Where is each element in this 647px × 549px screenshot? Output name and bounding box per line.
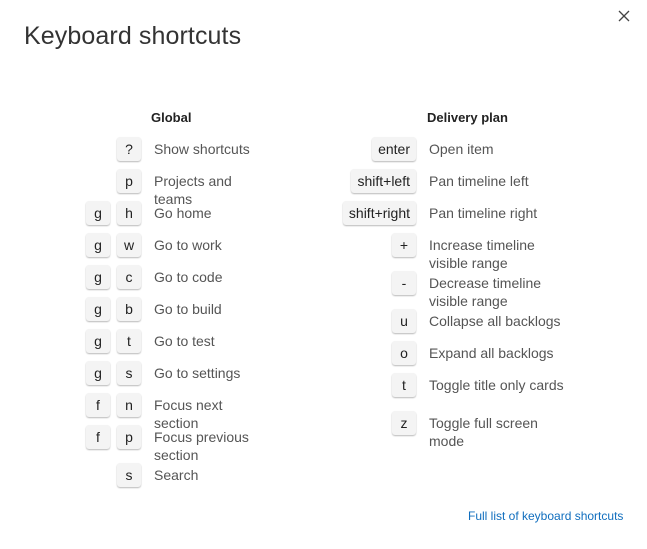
shortcut-description: Decrease timeline visible range [429, 275, 542, 309]
shortcut-description: Expand all backlogs [429, 345, 554, 361]
shortcut-keys: s [0, 463, 141, 487]
dialog-title: Keyboard shortcuts [24, 22, 242, 50]
shortcut-description: Pan timeline left [429, 173, 529, 189]
key-cap: t [392, 373, 416, 397]
shortcut-keys: shift+right [0, 201, 416, 225]
key-cap: u [392, 309, 416, 333]
shortcut-keys: z [0, 411, 416, 435]
key-cap: shift+right [342, 201, 416, 225]
shortcut-description: Toggle full screen mode [429, 415, 538, 449]
shortcut-keys: enter [0, 137, 416, 161]
key-cap: o [392, 341, 416, 365]
global-heading: Global [151, 110, 192, 125]
shortcut-description: Collapse all backlogs [429, 313, 561, 329]
close-button[interactable] [612, 4, 636, 28]
keyboard-shortcuts-dialog: Keyboard shortcuts Global Delivery plan … [0, 0, 647, 549]
shortcut-description: Open item [429, 141, 494, 157]
shortcut-keys: - [0, 271, 416, 295]
key-cap: s [117, 463, 141, 487]
key-cap: z [392, 411, 416, 435]
shortcut-keys: o [0, 341, 416, 365]
shortcut-description: Increase timeline visible range [429, 237, 535, 271]
full-shortcuts-link[interactable]: Full list of keyboard shortcuts [468, 509, 623, 523]
shortcut-keys: t [0, 373, 416, 397]
shortcut-keys: + [0, 233, 416, 257]
key-cap: - [392, 271, 416, 295]
shortcut-keys: shift+left [0, 169, 416, 193]
shortcut-description: Toggle title only cards [429, 377, 564, 393]
key-cap: + [392, 233, 416, 257]
key-cap: enter [372, 137, 416, 161]
close-icon [618, 10, 630, 22]
shortcut-keys: u [0, 309, 416, 333]
key-cap: shift+left [351, 169, 416, 193]
shortcut-description: Pan timeline right [429, 205, 538, 221]
shortcut-description: Search [154, 467, 199, 483]
delivery-plan-heading: Delivery plan [427, 110, 508, 125]
